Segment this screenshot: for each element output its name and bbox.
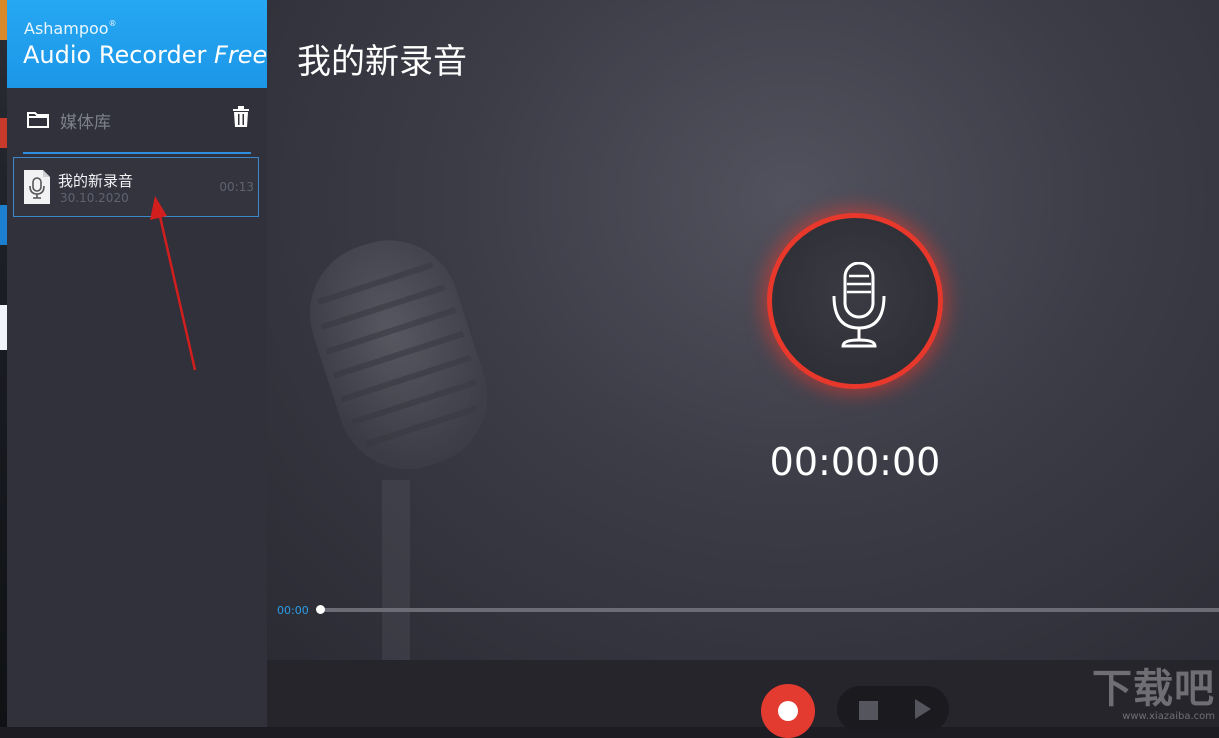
page-title: 我的新录音 xyxy=(297,42,467,82)
recording-list-item[interactable]: 我的新录音 30.10.2020 00:13 xyxy=(13,157,259,217)
playback-position-time: 00:00 xyxy=(277,604,309,617)
site-watermark: 下载吧 www.xiazaiba.com xyxy=(1075,667,1215,725)
red-annotation-arrow xyxy=(150,196,197,371)
background-microphone-image xyxy=(309,240,488,660)
playback-seek-bar[interactable] xyxy=(318,608,1219,612)
recording-date: 30.10.2020 xyxy=(60,191,129,205)
media-library-label: 媒体库 xyxy=(60,113,111,133)
folder-icon xyxy=(27,112,49,128)
recording-duration: 00:13 xyxy=(219,180,254,194)
sidebar: Ashampoo® Audio Recorder Free 媒体库 我的新录音 … xyxy=(7,0,267,727)
audio-file-icon xyxy=(24,170,50,204)
desktop-background-strip xyxy=(0,0,7,727)
record-toggle-button[interactable] xyxy=(767,213,943,389)
stop-icon[interactable] xyxy=(859,701,878,720)
recording-timer: 00:00:00 xyxy=(769,440,941,484)
brand-product: Audio Recorder Free xyxy=(23,41,268,69)
play-icon[interactable] xyxy=(915,699,931,719)
watermark-main-text: 下载吧 xyxy=(1092,666,1215,712)
recording-name: 我的新录音 xyxy=(58,172,134,190)
microphone-icon xyxy=(832,262,886,348)
media-library-header[interactable]: 媒体库 xyxy=(23,98,251,154)
recorder-main-panel: 我的新录音 00:00:00 00:00 xyxy=(267,0,1219,660)
transport-controls xyxy=(837,686,949,732)
app-brand: Ashampoo® Audio Recorder Free xyxy=(7,0,267,88)
trash-icon[interactable] xyxy=(231,106,251,128)
record-dot-icon xyxy=(778,701,798,721)
seek-handle[interactable] xyxy=(316,605,325,614)
brand-vendor: Ashampoo® xyxy=(24,19,117,38)
watermark-url: www.xiazaiba.com xyxy=(1122,711,1215,722)
record-button[interactable] xyxy=(761,684,815,738)
